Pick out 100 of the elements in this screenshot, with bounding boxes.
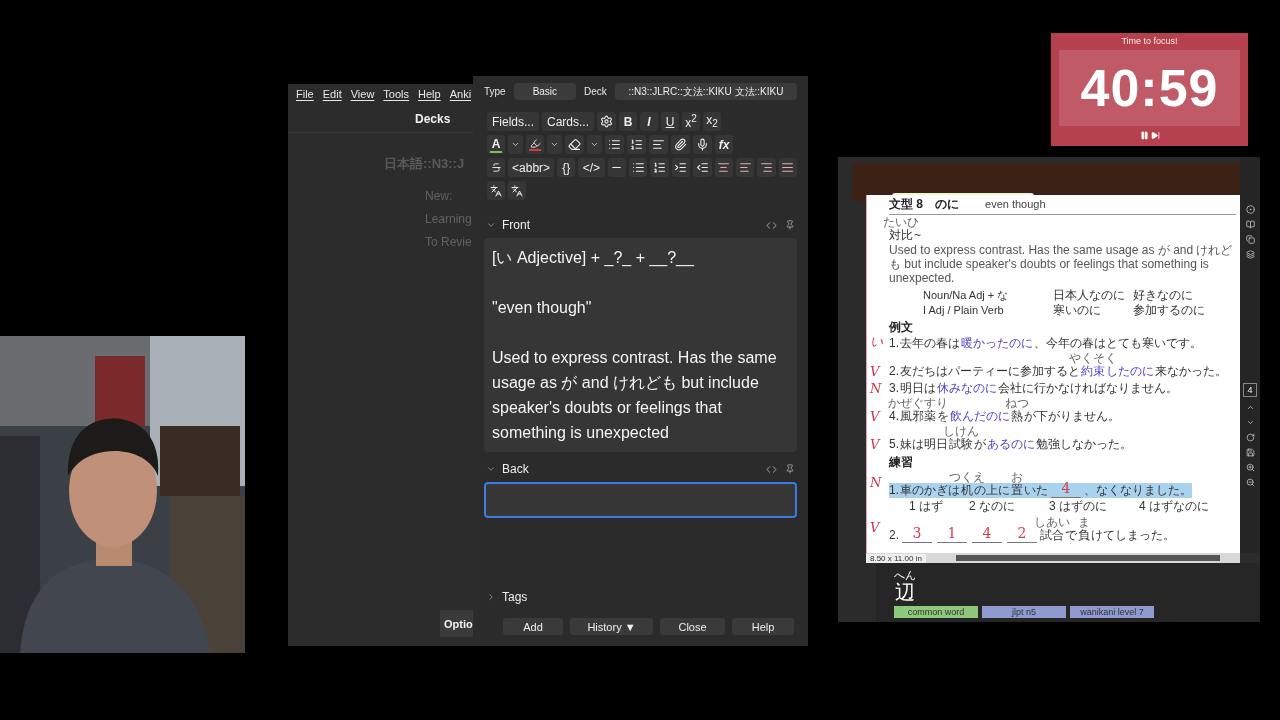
align-right-icon[interactable] xyxy=(757,158,776,177)
sentence-text: 試験 xyxy=(949,437,973,452)
page-number[interactable]: 4 xyxy=(1243,383,1257,397)
sentence-text: 妹は明日 xyxy=(900,437,948,452)
paperclip-icon[interactable] xyxy=(671,135,690,154)
sentence-text: 友だちはパーティーに参加すると xyxy=(900,364,1080,379)
numbered-list-icon[interactable] xyxy=(627,135,646,154)
handwritten-mark: N xyxy=(870,475,882,490)
align-left-icon[interactable] xyxy=(649,135,668,154)
html-editor-icon[interactable] xyxy=(766,219,777,231)
zoom-out-icon[interactable] xyxy=(1245,478,1255,487)
toolbar-button[interactable]: <abbr> xyxy=(508,158,555,177)
skip-icon[interactable] xyxy=(1150,131,1160,140)
layers-icon[interactable] xyxy=(1245,250,1255,259)
next-page-icon[interactable] xyxy=(1245,418,1255,427)
highlight-button[interactable] xyxy=(526,135,544,154)
align-left-icon[interactable] xyxy=(735,158,755,177)
sentence-text: 車のかぎは xyxy=(900,483,960,498)
collapse-icon[interactable] xyxy=(486,464,496,474)
sentence-text: が下がりません。 xyxy=(1024,409,1120,424)
book-icon[interactable] xyxy=(1245,220,1255,229)
bullet-list-icon[interactable] xyxy=(629,158,648,177)
translate-icon[interactable] xyxy=(508,181,526,200)
script-button[interactable]: x$^{2}$ xyxy=(682,112,701,131)
page-size-label: 8.50 x 11.00 in xyxy=(866,553,926,563)
ruby-text: お xyxy=(1011,471,1023,483)
italic-button[interactable]: fx xyxy=(715,135,733,154)
type-label: Type xyxy=(484,86,506,97)
sentence-number: 2. xyxy=(889,364,899,379)
target-phrase: したのに xyxy=(1106,364,1154,379)
align-center-icon[interactable] xyxy=(714,158,733,177)
handwritten-answer: 4 xyxy=(982,525,992,541)
rotate-icon[interactable] xyxy=(1245,433,1255,442)
timer-time: 40:59 xyxy=(1080,58,1219,118)
menu-item[interactable]: Edit xyxy=(322,88,342,106)
options-button[interactable]: Optio xyxy=(440,610,474,637)
microphone-icon[interactable] xyxy=(693,135,712,154)
menu-item[interactable]: File xyxy=(296,88,314,106)
target-phrase: 飲んだのに xyxy=(950,409,1010,424)
outdent-icon[interactable] xyxy=(693,158,712,177)
toolbar-button[interactable]: Fields... xyxy=(487,112,539,131)
pin-icon[interactable] xyxy=(785,220,795,230)
pin-icon[interactable] xyxy=(785,464,795,474)
translate-icon[interactable] xyxy=(487,181,505,200)
field-input[interactable] xyxy=(484,482,797,518)
sentence-text: 勉強しなかった。 xyxy=(1036,437,1132,452)
sentence-text: が xyxy=(974,437,986,452)
collapse-icon[interactable] xyxy=(486,220,496,230)
field-text: Used to express contrast. Has the same usage as が and けれども but include speaker's doubts or feelings that something is unexpected xyxy=(492,348,778,443)
text-color-button[interactable]: A xyxy=(487,135,505,154)
tags-label[interactable]: Tags xyxy=(502,590,528,604)
copy-icon[interactable] xyxy=(1245,235,1255,244)
toolbar-button[interactable]: {} xyxy=(557,158,576,177)
toolbar-button[interactable]: </> xyxy=(578,158,605,177)
circle-icon[interactable] xyxy=(1245,205,1255,214)
bold-button[interactable]: B xyxy=(619,112,638,131)
ruby-text: かぜぐすり xyxy=(888,397,948,409)
handwritten-answer: 2 xyxy=(1017,525,1027,541)
pattern-cell-text: 参加するのに xyxy=(1133,303,1206,318)
expand-icon[interactable] xyxy=(486,592,496,602)
timer-title: Time to focus! xyxy=(1121,36,1178,48)
scrollbar-thumb[interactable] xyxy=(955,555,1220,561)
dialog-button[interactable]: Help xyxy=(732,618,794,635)
note-type-button[interactable]: Basic xyxy=(513,83,577,100)
deck-button[interactable]: ::N3::JLRC::文法::KIKU 文法::KIKU xyxy=(614,83,797,100)
strikethrough-icon[interactable] xyxy=(487,158,505,177)
handwritten-mark: V xyxy=(870,364,880,379)
ruby-text: やくそく xyxy=(1069,352,1117,364)
pattern-cell-text: Noun/Na Adj + な xyxy=(923,288,1010,303)
pattern-cell-text: I Adj / Plain Verb xyxy=(923,303,1005,318)
sentence-text: 熱 xyxy=(1011,409,1023,424)
sentence-text: 、なくなりました。 xyxy=(1084,483,1192,498)
italic-button[interactable]: I xyxy=(640,112,659,131)
dialog-button[interactable]: History ▼ xyxy=(570,618,653,635)
align-justify-icon[interactable] xyxy=(778,158,797,177)
word-tag: wanikani level 7 xyxy=(1070,606,1154,618)
html-editor-icon[interactable] xyxy=(766,463,777,475)
heading-gloss: even though xyxy=(985,198,1046,210)
menu-item[interactable]: Anki xyxy=(449,88,472,106)
menu-item[interactable]: Help xyxy=(418,88,441,106)
dialog-button[interactable]: Close xyxy=(660,618,725,635)
toolbar-button[interactable]: Cards... xyxy=(542,112,595,131)
underline-button[interactable]: U xyxy=(661,112,680,131)
pause-icon[interactable] xyxy=(1139,131,1149,140)
indent-icon[interactable] xyxy=(671,158,691,177)
answer-option: 3 はずのに xyxy=(1049,499,1139,514)
settings-icon[interactable] xyxy=(597,112,617,131)
save-icon[interactable] xyxy=(1245,448,1255,457)
menu-item[interactable]: View xyxy=(350,88,375,106)
dialog-button[interactable]: Add xyxy=(503,618,563,635)
sentence-number: 1. xyxy=(889,483,899,498)
previous-page-icon[interactable] xyxy=(1245,403,1255,412)
menu-item[interactable]: Tools xyxy=(383,88,410,106)
sentence-text: を xyxy=(937,409,949,424)
script-button[interactable]: x$_{2}$ xyxy=(703,112,722,131)
bullet-list-icon[interactable] xyxy=(605,135,624,154)
eraser-icon[interactable] xyxy=(565,135,584,154)
numbered-list-icon[interactable] xyxy=(650,158,669,177)
target-phrase: 休みなのに xyxy=(937,381,997,396)
zoom-in-icon[interactable] xyxy=(1245,463,1255,472)
